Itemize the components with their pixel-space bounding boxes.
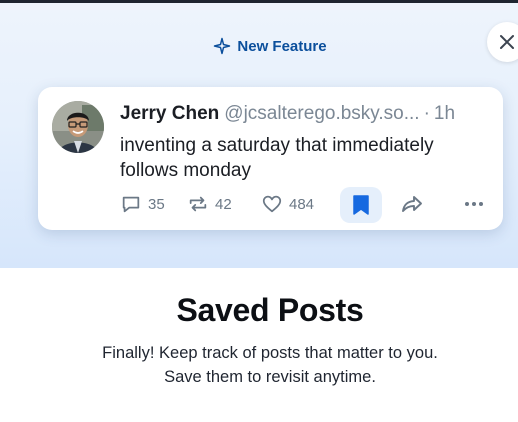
new-feature-label: New Feature [237, 37, 327, 55]
bookmark-icon [353, 195, 369, 215]
saved-posts-modal: New Feature Jerry Chen @jcsalterego.bsky… [0, 0, 518, 422]
repost-icon [189, 196, 207, 212]
repost-count: 42 [215, 195, 232, 213]
modal-description: Finally! Keep track of posts that matter… [0, 341, 518, 389]
share-button[interactable] [400, 187, 430, 221]
post-text-line-2: follows monday [120, 160, 251, 181]
close-button[interactable] [487, 22, 518, 62]
feature-hero: New Feature Jerry Chen @jcsalterego.bsky… [0, 3, 518, 268]
author-handle[interactable]: @jcsalterego.bsky.so... [224, 103, 419, 124]
post-timestamp[interactable]: 1h [434, 103, 455, 124]
new-feature-badge: New Feature [0, 37, 518, 55]
close-icon [500, 35, 514, 49]
post-actions: 35 42 484 [120, 187, 491, 223]
description-line-2: Save them to revisit anytime. [164, 368, 376, 386]
post-text: inventing a saturday that immediately fo… [120, 133, 490, 183]
reply-button[interactable]: 35 [120, 187, 165, 221]
avatar[interactable] [52, 101, 104, 153]
post-text-line-1: inventing a saturday that immediately [120, 135, 434, 156]
example-post-card: Jerry Chen @jcsalterego.bsky.so... · 1h inv… [38, 87, 503, 230]
more-options-button[interactable] [463, 187, 491, 221]
share-icon [402, 196, 422, 212]
like-button[interactable]: 484 [261, 187, 314, 221]
sparkle-icon [214, 37, 231, 55]
more-icon [465, 202, 483, 206]
like-count: 484 [289, 195, 315, 213]
bookmark-button[interactable] [340, 187, 382, 223]
post-header: Jerry Chen @jcsalterego.bsky.so... · 1h [120, 103, 455, 125]
repost-button[interactable]: 42 [187, 187, 232, 221]
reply-count: 35 [148, 195, 165, 213]
header-separator: · [423, 103, 430, 124]
reply-icon [122, 196, 140, 213]
description-line-1: Finally! Keep track of posts that matter… [102, 344, 438, 362]
modal-title: Saved Posts [176, 292, 364, 328]
heart-icon [262, 195, 282, 213]
author-photo [52, 101, 104, 153]
author-name[interactable]: Jerry Chen [120, 103, 219, 124]
feature-description-section: Saved Posts Finally! Keep track of posts… [0, 268, 518, 389]
